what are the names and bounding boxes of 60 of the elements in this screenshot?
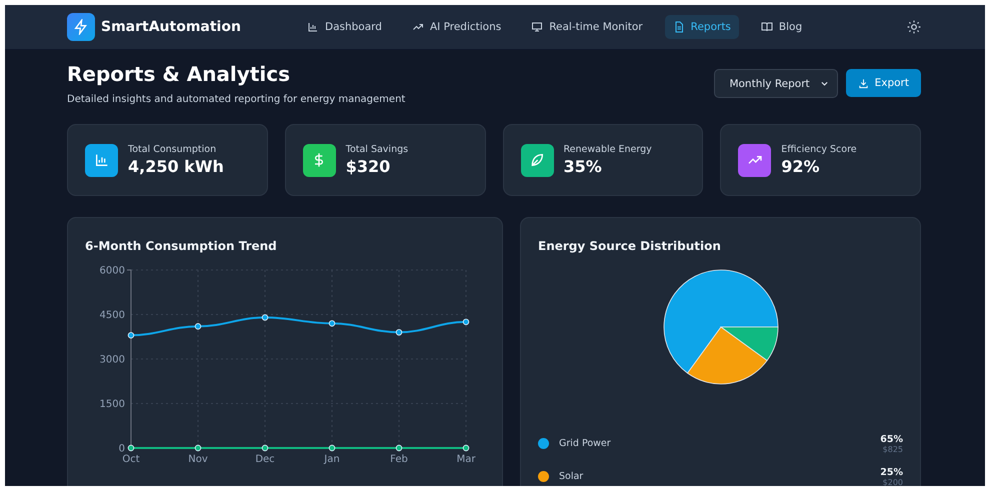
nav-tab[interactable]: Blog — [752, 15, 810, 39]
x-tick-label: Feb — [390, 454, 408, 465]
x-tick-label: Dec — [255, 454, 275, 465]
data-point — [194, 444, 202, 452]
bar-chart-icon — [307, 21, 319, 33]
leaf-icon — [529, 152, 545, 168]
sun-icon — [907, 20, 921, 34]
chevron-down-icon — [820, 79, 829, 88]
nav-tab[interactable]: Reports — [664, 15, 739, 39]
data-point — [328, 444, 336, 452]
data-point — [262, 314, 268, 321]
monitor-icon — [531, 21, 544, 33]
x-tick-label: Oct — [122, 454, 140, 465]
logo-icon[interactable] — [67, 13, 95, 41]
y-tick-label: 3000 — [100, 354, 125, 366]
data-point — [128, 444, 134, 452]
nav-tab[interactable]: Real-time Monitor — [523, 15, 651, 39]
page-subtitle: Detailed insights and automated reporting for energy management — [67, 94, 406, 105]
document-icon — [672, 21, 685, 33]
stat-value: 35% — [564, 157, 603, 176]
legend-cost: $825 — [882, 444, 903, 454]
legend-percent: 25% — [880, 466, 903, 478]
chart-title: 6-Month Consumption Trend — [85, 239, 278, 253]
data-point — [396, 444, 402, 452]
y-tick-label: 6000 — [100, 266, 125, 276]
data-point — [462, 318, 470, 326]
y-tick-label: 4500 — [100, 310, 125, 321]
data-point — [462, 444, 470, 452]
page-title: Reports & Analytics — [67, 62, 291, 86]
theme-toggle[interactable] — [905, 18, 923, 36]
stat-value: 4,250 kWh — [128, 157, 224, 176]
brand-name: SmartAutomation — [101, 19, 241, 35]
data-point — [128, 332, 134, 338]
data-point — [396, 329, 402, 336]
stat-value: $320 — [346, 157, 392, 176]
legend-label: Solar — [559, 471, 584, 482]
data-point — [262, 444, 268, 452]
bar-chart-icon — [94, 152, 110, 168]
report-select[interactable]: Monthly Report — [714, 69, 838, 98]
nav-tab[interactable]: Dashboard — [299, 15, 390, 39]
data-point — [194, 323, 202, 330]
x-tick-label: Jan — [324, 454, 340, 465]
data-point — [328, 320, 336, 327]
stat-label: Efficiency Score — [781, 144, 857, 155]
x-tick-label: Mar — [456, 454, 476, 465]
export-button[interactable]: Export — [846, 69, 921, 97]
legend-label: Grid Power — [559, 438, 612, 449]
book-icon — [760, 21, 773, 33]
y-tick-label: 0 — [118, 444, 125, 454]
download-icon — [858, 78, 869, 88]
legend-cost: $200 — [882, 478, 903, 486]
chart-title: Energy Source Distribution — [538, 239, 722, 253]
stat-label: Total Consumption — [128, 144, 218, 155]
stat-label: Total Savings — [346, 144, 408, 155]
y-tick-label: 1500 — [100, 399, 125, 410]
stat-value: 92% — [781, 157, 821, 176]
nav-tab[interactable]: AI Predictions — [404, 15, 510, 39]
stat-label: Renewable Energy — [564, 144, 652, 155]
x-tick-label: Nov — [188, 454, 208, 465]
legend-percent: 65% — [880, 434, 903, 444]
